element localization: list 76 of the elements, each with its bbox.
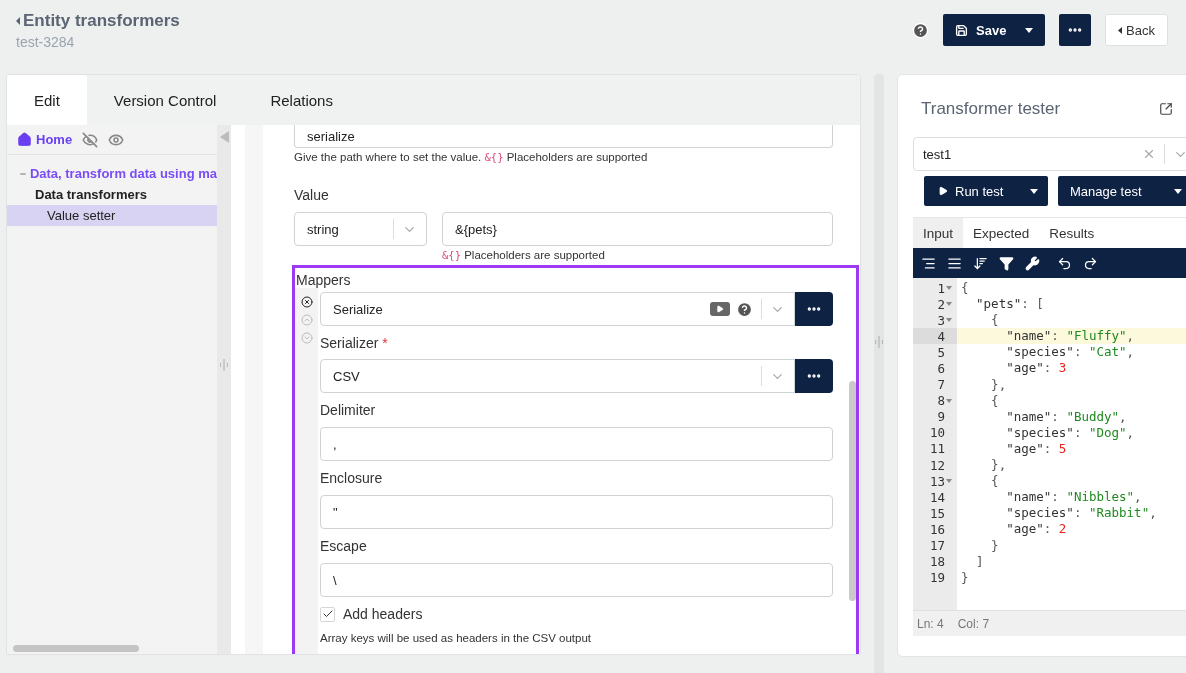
- tree-item[interactable]: Data, transform data using ma: [7, 163, 217, 184]
- code-line: "species": "Dog",: [1005, 424, 1135, 441]
- line-number: 3: [937, 312, 945, 328]
- line-number: 1: [937, 280, 945, 296]
- text-field[interactable]: ,: [320, 427, 833, 461]
- code-line: "pets": [: [975, 296, 1044, 313]
- line-number: 9: [937, 409, 945, 425]
- test-select[interactable]: test1: [913, 137, 1186, 171]
- tab[interactable]: Input: [913, 218, 964, 248]
- code-line: "name": "Nibbles",: [1005, 489, 1142, 506]
- field-label: Escape: [320, 538, 368, 554]
- code-line: }: [990, 537, 999, 554]
- line-number: 13: [929, 473, 945, 489]
- code-line: },: [990, 376, 1007, 393]
- line-number: 17: [929, 538, 945, 554]
- value-field[interactable]: &{pets}: [442, 212, 833, 246]
- line-number: 4: [937, 328, 945, 344]
- code-line: "age": 2: [1005, 521, 1067, 538]
- code-line: "name": "Fluffy",: [1005, 328, 1135, 345]
- checkbox-label: Add headers: [343, 606, 423, 622]
- line-number: 12: [929, 457, 945, 473]
- line-number: 2: [937, 296, 945, 312]
- code-line: "species": "Rabbit",: [1005, 505, 1157, 522]
- tab[interactable]: Expected: [963, 218, 1040, 248]
- type-select[interactable]: string: [294, 212, 427, 246]
- code-line: "age": 5: [1005, 440, 1067, 458]
- text-field[interactable]: ": [320, 495, 833, 529]
- code-line: {: [990, 473, 999, 490]
- tab[interactable]: Relations: [243, 75, 360, 125]
- tab[interactable]: Edit: [7, 75, 87, 125]
- text-field[interactable]: \: [320, 563, 833, 597]
- serializer-select[interactable]: CSV: [320, 359, 795, 393]
- line-number: 18: [929, 554, 945, 570]
- line-number: 5: [937, 344, 945, 360]
- code-line: "name": "Buddy",: [1005, 408, 1127, 425]
- code-line: "age": 3: [1005, 360, 1067, 377]
- code-line: {: [990, 312, 999, 329]
- mapper-select[interactable]: Serialize: [320, 292, 795, 326]
- path-field[interactable]: serialize: [294, 125, 833, 148]
- save-button[interactable]: Save: [943, 14, 1046, 46]
- help-text: Give the path where to set the value. &{} Placeholders are supported: [294, 151, 649, 163]
- field-label: Enclosure: [320, 470, 384, 486]
- code-line: },: [990, 457, 1007, 474]
- tab[interactable]: Results: [1039, 218, 1105, 248]
- cursor-column: Col: 7: [957, 616, 990, 631]
- page-title: Entity transformers: [23, 10, 180, 31]
- code-line: ]: [975, 553, 984, 570]
- line-number: 8: [937, 393, 945, 409]
- field-label: Serializer *: [320, 335, 389, 351]
- run-test-button[interactable]: Run test: [924, 176, 1048, 206]
- cursor-line: Ln: 4: [917, 616, 944, 631]
- code-line: {: [960, 280, 969, 297]
- home-link[interactable]: Home: [17, 132, 73, 147]
- line-number: 11: [929, 441, 945, 457]
- field-label: Delimiter: [320, 402, 377, 418]
- line-number: 19: [929, 570, 945, 586]
- line-number: 14: [929, 489, 945, 505]
- line-number: 7: [937, 377, 945, 393]
- line-number: 6: [937, 361, 945, 376]
- back-button[interactable]: Back: [1105, 14, 1168, 46]
- line-number: 15: [929, 505, 945, 521]
- manage-test-button[interactable]: Manage test: [1058, 176, 1186, 206]
- panel-title: Transformer tester: [921, 99, 1061, 119]
- tab[interactable]: Version Control: [86, 75, 244, 125]
- help-text: &{} Placeholders are supported: [442, 249, 606, 261]
- field-label: Value: [294, 187, 330, 203]
- tree-item[interactable]: Data transformers: [7, 184, 217, 205]
- code-line: "species": "Cat",: [1005, 344, 1135, 361]
- line-number: 16: [929, 521, 945, 537]
- code-line: {: [990, 392, 999, 409]
- page-subtitle: test-3284: [16, 33, 76, 50]
- help-text: Array keys will be used as headers in the CSV output: [320, 632, 593, 644]
- code-line: }: [960, 569, 969, 586]
- line-number: 10: [929, 425, 945, 441]
- section-label: Mappers: [295, 272, 352, 288]
- tree-item[interactable]: Value setter: [7, 205, 217, 226]
